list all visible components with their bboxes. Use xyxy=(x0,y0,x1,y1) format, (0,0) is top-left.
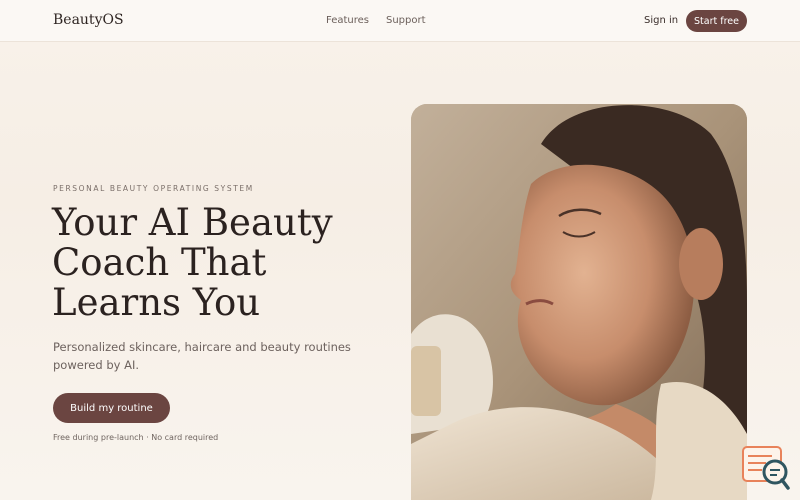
logo[interactable]: BeautyOS xyxy=(53,12,124,28)
nav-link-support[interactable]: Support xyxy=(386,15,426,26)
pricing-note: Free during pre-launch · No card require… xyxy=(53,433,219,442)
sign-in-link[interactable]: Sign in xyxy=(644,15,678,26)
hero-eyebrow: PERSONAL BEAUTY OPERATING SYSTEM xyxy=(53,184,254,193)
hero-image xyxy=(411,104,747,500)
start-free-button[interactable]: Start free xyxy=(686,10,747,32)
hero-headline: Your AI Beauty Coach That Learns You xyxy=(52,201,333,324)
hero-subtitle: Personalized skincare, haircare and beau… xyxy=(53,340,351,372)
build-routine-button[interactable]: Build my routine xyxy=(53,393,170,423)
nav-link-features[interactable]: Features xyxy=(326,15,369,26)
search-chat-icon[interactable] xyxy=(742,446,790,490)
top-navigation: BeautyOS Features Support Sign in Start … xyxy=(0,0,800,42)
